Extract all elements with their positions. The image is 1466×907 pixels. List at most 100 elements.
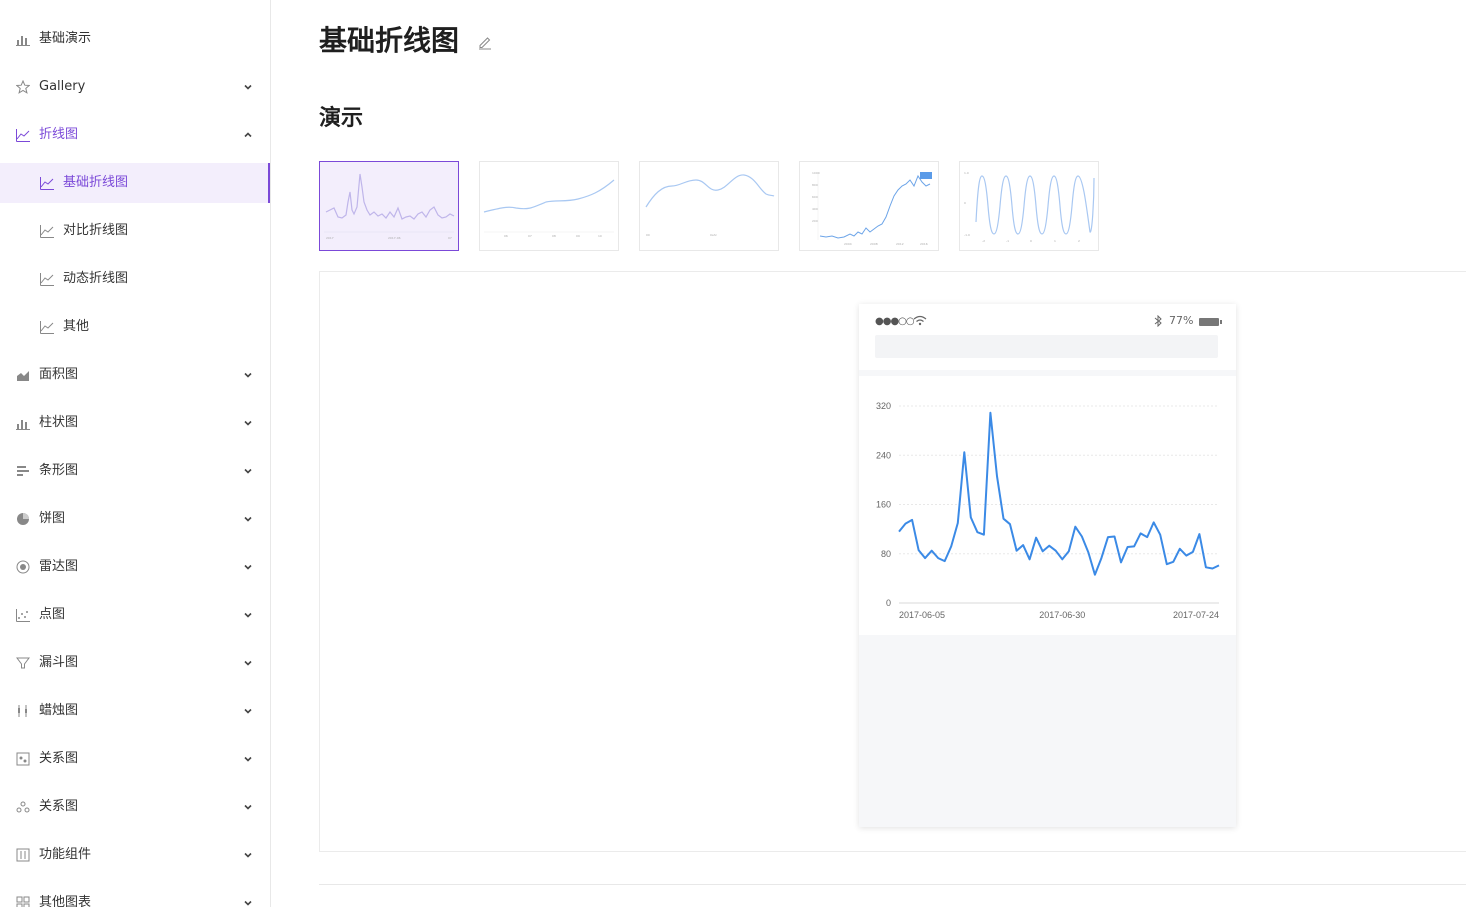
- sidebar-item-2[interactable]: 折线图: [0, 115, 270, 155]
- address-bar[interactable]: [875, 335, 1218, 358]
- sidebar-item-12[interactable]: 点图: [0, 595, 270, 635]
- data-point[interactable]: [1001, 517, 1005, 521]
- data-point[interactable]: [1028, 557, 1032, 561]
- data-point[interactable]: [1119, 560, 1123, 564]
- data-point[interactable]: [1008, 522, 1012, 526]
- line-chart-icon: [16, 129, 30, 142]
- data-point[interactable]: [1178, 547, 1182, 551]
- sidebar-item-4[interactable]: 对比折线图: [0, 211, 270, 251]
- thumb-basic-line[interactable]: 2017 2017-06 07: [319, 161, 459, 251]
- funnel-icon: [16, 657, 30, 669]
- data-point[interactable]: [923, 556, 927, 560]
- y-tick-label: 240: [876, 450, 891, 460]
- line-chart: 0 80 160 240 320 2017-06-05 2017-06-30 2017-07-…: [859, 376, 1236, 635]
- data-point[interactable]: [1126, 545, 1130, 549]
- data-point[interactable]: [917, 548, 921, 552]
- sidebar-item-9[interactable]: 条形图: [0, 451, 270, 491]
- data-point[interactable]: [1021, 543, 1025, 547]
- data-point[interactable]: [1106, 535, 1110, 539]
- sidebar-item-5[interactable]: 动态折线图: [0, 259, 270, 299]
- data-point[interactable]: [1152, 520, 1156, 524]
- data-point[interactable]: [975, 530, 979, 534]
- svg-text:00: 00: [646, 233, 650, 237]
- data-point[interactable]: [1099, 556, 1103, 560]
- thumb-trend-tooltip[interactable]: 1000 800 600 400 200 2004 2008 2012 2016: [799, 161, 939, 251]
- data-point[interactable]: [1067, 549, 1071, 553]
- data-point[interactable]: [1060, 557, 1064, 561]
- data-point[interactable]: [1165, 562, 1169, 566]
- data-point[interactable]: [1080, 535, 1084, 539]
- data-point[interactable]: [1086, 551, 1090, 555]
- sidebar-item-13[interactable]: 漏斗图: [0, 643, 270, 683]
- relation-chart-icon: [16, 752, 30, 766]
- data-point[interactable]: [1041, 549, 1045, 553]
- data-point[interactable]: [1145, 535, 1149, 539]
- data-point[interactable]: [1132, 544, 1136, 548]
- data-point[interactable]: [1073, 525, 1077, 529]
- data-point[interactable]: [904, 522, 908, 526]
- svg-text:600: 600: [812, 195, 818, 199]
- sidebar-item-15[interactable]: 关系图: [0, 739, 270, 779]
- thumb-smooth-rising[interactable]: 06 07 08 09 10: [479, 161, 619, 251]
- data-point[interactable]: [1184, 554, 1188, 558]
- svg-text:2008: 2008: [870, 242, 878, 246]
- sidebar-item-16[interactable]: 关系图: [0, 787, 270, 827]
- chevron-up-icon: [244, 132, 252, 138]
- sidebar-item-1[interactable]: Gallery: [0, 67, 270, 107]
- data-point[interactable]: [1204, 565, 1208, 569]
- data-point[interactable]: [1054, 549, 1058, 553]
- sidebar-item-7[interactable]: 面积图: [0, 355, 270, 395]
- data-point[interactable]: [1197, 532, 1201, 536]
- y-tick-label: 160: [876, 500, 891, 510]
- data-point[interactable]: [1171, 560, 1175, 564]
- svg-text:08: 08: [552, 234, 556, 238]
- sidebar-item-0[interactable]: 基础演示: [0, 19, 270, 59]
- sidebar-item-17[interactable]: 功能组件: [0, 835, 270, 875]
- data-point[interactable]: [962, 450, 966, 454]
- chevron-down-icon: [244, 900, 252, 906]
- data-point[interactable]: [949, 544, 953, 548]
- data-point[interactable]: [1047, 544, 1051, 548]
- data-point[interactable]: [969, 515, 973, 519]
- svg-text:800: 800: [812, 183, 818, 187]
- data-point[interactable]: [1113, 535, 1117, 539]
- svg-text:2004: 2004: [844, 242, 852, 246]
- sidebar-item-3[interactable]: 基础折线图: [0, 163, 270, 203]
- sidebar-item-label: 蜡烛图: [39, 703, 79, 718]
- chevron-down-icon: [244, 804, 252, 810]
- data-point[interactable]: [1217, 563, 1221, 567]
- sidebar-item-10[interactable]: 饼图: [0, 499, 270, 539]
- data-point[interactable]: [943, 559, 947, 563]
- sidebar-item-8[interactable]: 柱状图: [0, 403, 270, 443]
- data-point[interactable]: [982, 533, 986, 537]
- phone-preview: ●●●○○ 77% 0 80 160 240 320 2017-06-05 2017-06-…: [859, 304, 1236, 827]
- component-icon: [16, 848, 30, 862]
- svg-text:2016: 2016: [920, 242, 928, 246]
- thumb-smooth-wave[interactable]: 00 0ahr: [639, 161, 779, 251]
- sidebar-item-11[interactable]: 雷达图: [0, 547, 270, 587]
- edit-icon[interactable]: [477, 34, 493, 50]
- sidebar-item-6[interactable]: 其他: [0, 307, 270, 347]
- data-point[interactable]: [1191, 550, 1195, 554]
- data-point[interactable]: [988, 411, 992, 415]
- data-point[interactable]: [956, 521, 960, 525]
- data-point[interactable]: [1034, 536, 1038, 540]
- data-point[interactable]: [936, 556, 940, 560]
- thumb-sine-wave[interactable]: 1.0 0 -1.0 -2 -1 0 1 2: [959, 161, 1099, 251]
- sidebar-item-14[interactable]: 蜡烛图: [0, 691, 270, 731]
- data-point[interactable]: [1093, 573, 1097, 577]
- bar-chart-icon: [16, 420, 30, 430]
- data-point[interactable]: [1210, 567, 1214, 571]
- data-point[interactable]: [910, 518, 914, 522]
- sidebar-item-18[interactable]: 其他图表: [0, 883, 270, 907]
- data-point[interactable]: [1158, 533, 1162, 537]
- data-point[interactable]: [995, 474, 999, 478]
- data-point[interactable]: [930, 549, 934, 553]
- data-point[interactable]: [897, 530, 901, 534]
- sidebar-item-label: Gallery: [39, 79, 86, 94]
- data-point[interactable]: [1015, 549, 1019, 553]
- data-point[interactable]: [1139, 531, 1143, 535]
- svg-text:1000: 1000: [812, 171, 820, 175]
- sidebar-item-label: 折线图: [39, 127, 79, 142]
- chevron-down-icon: [244, 564, 252, 570]
